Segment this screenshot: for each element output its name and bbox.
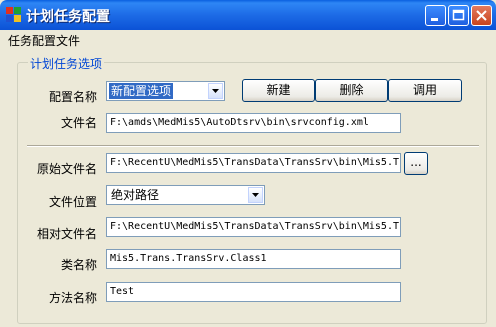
menu-bar: 任务配置文件 <box>0 30 496 49</box>
maximize-icon <box>452 9 465 21</box>
original-file-field[interactable]: F:\RecentU\MedMis5\TransData\TransSrv\bi… <box>106 153 401 173</box>
relative-file-field[interactable]: F:\RecentU\MedMis5\TransData\TransSrv\bi… <box>106 217 401 237</box>
file-name-label: 文件名 <box>60 116 97 130</box>
dropdown-button[interactable] <box>208 83 223 99</box>
file-name-field[interactable]: F:\amds\MedMis5\AutoDtsrv\bin\srvconfig.… <box>106 113 401 133</box>
invoke-button[interactable]: 调用 <box>388 79 462 102</box>
title-bar[interactable]: 计划任务配置 <box>0 0 496 30</box>
minimize-button[interactable] <box>425 5 446 26</box>
menu-config-file[interactable]: 任务配置文件 <box>8 32 80 49</box>
chevron-down-icon <box>252 193 259 197</box>
close-icon <box>476 10 487 21</box>
close-button[interactable] <box>471 5 492 26</box>
minimize-icon <box>431 18 438 21</box>
separator <box>27 145 479 147</box>
config-name-label: 配置名称 <box>48 90 97 104</box>
relative-file-label: 相对文件名 <box>36 227 97 241</box>
chevron-down-icon <box>212 89 219 93</box>
config-name-value: 新配置选项 <box>109 83 174 99</box>
file-location-label: 文件位置 <box>48 195 97 209</box>
file-location-value: 绝对路径 <box>111 188 160 202</box>
original-file-label: 原始文件名 <box>36 162 97 176</box>
group-title: 计划任务选项 <box>28 55 105 72</box>
class-name-label: 类名称 <box>60 258 97 272</box>
app-icon <box>6 7 22 23</box>
dropdown-button[interactable] <box>248 187 263 203</box>
delete-button[interactable]: 删除 <box>315 79 388 102</box>
method-name-label: 方法名称 <box>48 291 97 305</box>
file-location-select[interactable]: 绝对路径 <box>106 185 265 205</box>
window-title: 计划任务配置 <box>26 9 110 25</box>
method-name-field[interactable]: Test <box>106 282 401 302</box>
config-name-select[interactable]: 新配置选项 <box>106 81 225 101</box>
new-button[interactable]: 新建 <box>242 79 315 102</box>
browse-button[interactable]: ... <box>404 152 428 175</box>
class-name-field[interactable]: Mis5.Trans.TransSrv.Class1 <box>106 249 401 269</box>
maximize-button[interactable] <box>448 5 469 26</box>
